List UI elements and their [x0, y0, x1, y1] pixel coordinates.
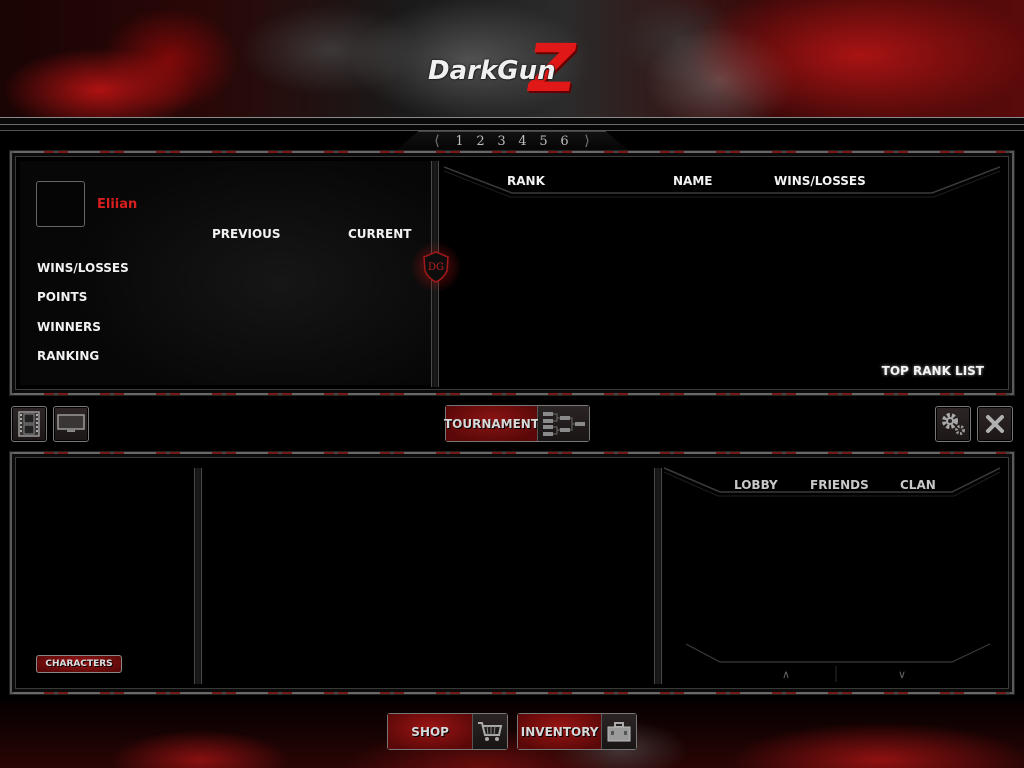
film-icon — [18, 411, 40, 437]
header-divider — [0, 117, 1024, 131]
screen-button[interactable] — [53, 406, 89, 442]
name-column-header[interactable]: NAME — [673, 174, 712, 188]
current-column-header: CURRENT — [348, 227, 412, 241]
page-1[interactable]: 1 — [449, 134, 470, 149]
stats-panel: Eliian PREVIOUS CURRENT WINS/LOSSES POIN… — [10, 151, 1014, 395]
footer-background-art — [0, 700, 1024, 768]
wins-losses-column-header[interactable]: WINS/LOSSES — [774, 174, 866, 188]
game-logo: Z DarkGun — [428, 30, 618, 108]
tournament-bracket[interactable] — [538, 406, 589, 441]
page-3[interactable]: 3 — [491, 134, 512, 149]
avatar[interactable] — [36, 181, 85, 227]
stat-label-wins-losses: WINS/LOSSES — [37, 261, 129, 275]
inventory-button[interactable]: INVENTORY — [517, 713, 637, 750]
social-list-footer: ∧ ∨ — [664, 640, 1000, 688]
close-button[interactable] — [977, 406, 1013, 442]
replay-button[interactable] — [11, 406, 47, 442]
shop-icon-cell[interactable] — [473, 714, 507, 749]
ranking-header: RANK NAME WINS/LOSSES — [444, 165, 1000, 201]
close-icon — [986, 415, 1004, 433]
player-name: Eliian — [97, 197, 138, 212]
tournament-label[interactable]: TOURNAMENT — [444, 406, 539, 441]
dg-shield-icon: DG — [423, 251, 449, 283]
svg-text:DG: DG — [428, 262, 444, 273]
inventory-label[interactable]: INVENTORY — [518, 714, 603, 749]
scroll-up-arrow[interactable]: ∧ — [776, 668, 796, 681]
shop-button[interactable]: SHOP — [387, 713, 508, 750]
chevron-left-icon[interactable]: ⟨ — [425, 133, 449, 149]
tournament-button[interactable]: TOURNAMENT — [444, 405, 590, 442]
chevron-right-icon[interactable]: ⟩ — [575, 133, 599, 149]
previous-column-header: PREVIOUS — [212, 227, 281, 241]
toolbox-icon — [607, 721, 631, 741]
rank-column-header[interactable]: RANK — [507, 174, 545, 188]
scroll-down-arrow[interactable]: ∨ — [892, 668, 912, 681]
lobby-panel: CHARACTERS LOBBY FRIENDS CLAN ∧ ∨ — [10, 452, 1014, 694]
page-5[interactable]: 5 — [533, 134, 554, 149]
inventory-icon-cell[interactable] — [602, 714, 636, 749]
logo-text: DarkGun — [428, 56, 556, 86]
top-rank-list-link[interactable]: TOP RANK LIST — [882, 364, 984, 378]
monitor-icon — [57, 414, 85, 432]
page-4[interactable]: 4 — [512, 134, 533, 149]
page-6[interactable]: 6 — [554, 134, 575, 149]
ranking-pager: ⟨ 1 2 3 4 5 6 ⟩ — [395, 131, 629, 151]
characters-column-divider — [194, 468, 202, 684]
settings-button[interactable] — [935, 406, 971, 442]
cart-icon — [478, 721, 503, 741]
bracket-icon — [542, 411, 585, 436]
social-column-divider — [654, 468, 662, 684]
stat-label-points: POINTS — [37, 290, 88, 304]
tab-clan[interactable]: CLAN — [900, 478, 936, 492]
social-tabs: LOBBY FRIENDS CLAN — [664, 466, 1000, 502]
stat-label-winners: WINNERS — [37, 320, 101, 334]
page-2[interactable]: 2 — [470, 134, 491, 149]
tab-friends[interactable]: FRIENDS — [810, 478, 869, 492]
gear-icon — [942, 413, 965, 435]
characters-button[interactable]: CHARACTERS — [36, 655, 122, 673]
tab-lobby[interactable]: LOBBY — [734, 478, 778, 492]
shop-label[interactable]: SHOP — [388, 714, 474, 749]
stat-label-ranking: RANKING — [37, 349, 100, 363]
